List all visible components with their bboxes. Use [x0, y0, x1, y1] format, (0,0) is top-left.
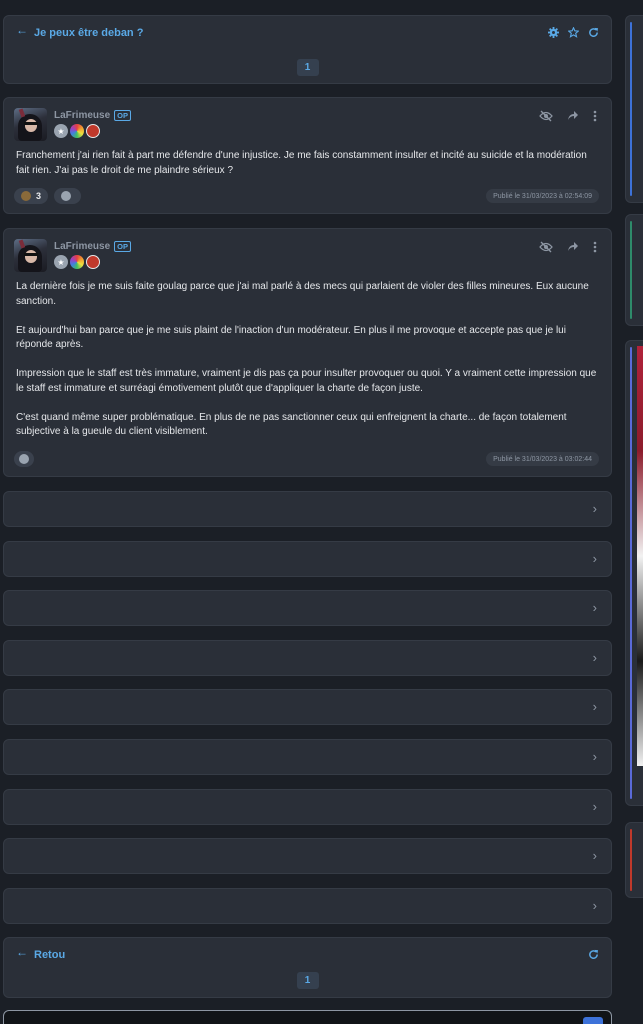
share-icon[interactable] [567, 110, 579, 125]
rainbow-badge-icon [70, 124, 84, 138]
collapsed-post[interactable]: › [3, 838, 612, 874]
post-content: Franchement j'ai rien fait à part me déf… [16, 149, 597, 178]
chevron-right-icon: › [592, 551, 597, 566]
sidebar-card [625, 214, 643, 326]
reaction-count: 3 [36, 191, 42, 201]
chevron-right-icon: › [592, 799, 597, 814]
avatar[interactable] [14, 108, 47, 141]
collapsed-post[interactable]: › [3, 491, 612, 527]
post-paragraph: Impression que le staff est très immatur… [16, 368, 597, 394]
user-badges: ★ [54, 255, 100, 269]
avatar[interactable] [14, 239, 47, 272]
topic-actions [548, 26, 599, 41]
collapsed-post[interactable]: › [3, 590, 612, 626]
collapsed-post[interactable]: › [3, 739, 612, 775]
rainbow-badge-icon [70, 255, 84, 269]
collapsed-post[interactable]: › [3, 888, 612, 924]
post: LaFrimeuse OP ★ La dernière fois je me s… [3, 228, 612, 477]
collapsed-post[interactable]: › [3, 640, 612, 676]
red-badge-icon [86, 255, 100, 269]
post-content: La dernière fois je me suis faite goulag… [16, 280, 597, 440]
smiley-icon [61, 191, 72, 201]
post-author: LaFrimeuse OP [54, 241, 131, 252]
chevron-right-icon: › [592, 650, 597, 665]
more-vertical-icon[interactable] [593, 241, 597, 256]
reaction-poop[interactable]: 3 [14, 188, 49, 204]
star-badge-icon: ★ [54, 124, 68, 138]
share-icon[interactable] [567, 241, 579, 256]
add-reaction-button[interactable] [14, 451, 34, 467]
post-paragraph: Franchement j'ai rien fait à part me déf… [16, 150, 587, 176]
page-number[interactable]: 1 [296, 972, 319, 989]
post-actions [539, 241, 597, 256]
chevron-right-icon: › [592, 600, 597, 615]
post-timestamp[interactable]: Publié le 31/03/2023 à 02:54:09 [486, 189, 599, 203]
post: LaFrimeuse OP ★ Franchement j'ai rien fa… [3, 97, 612, 214]
chevron-right-icon: › [592, 848, 597, 863]
back-link[interactable]: ← Retou [16, 945, 66, 961]
post-paragraph: Et aujourd'hui ban parce que je me suis … [16, 324, 566, 351]
chevron-right-icon: › [592, 898, 597, 913]
star-badge-icon: ★ [54, 255, 68, 269]
eye-slash-icon[interactable] [539, 241, 553, 256]
refresh-icon[interactable] [588, 27, 599, 41]
reactions [14, 451, 34, 467]
back-label: Retou [34, 949, 66, 961]
footer-actions [588, 949, 599, 963]
add-reaction-button[interactable] [54, 188, 82, 204]
post-paragraph: C'est quand même super problématique. En… [16, 411, 567, 438]
op-badge: OP [114, 110, 131, 121]
sidebar-image[interactable] [637, 346, 643, 766]
author-name[interactable]: LaFrimeuse [54, 241, 110, 252]
post-timestamp[interactable]: Publié le 31/03/2023 à 03:02:44 [486, 452, 599, 466]
refresh-icon[interactable] [588, 949, 599, 963]
editor-toolbar-button[interactable] [583, 1017, 603, 1024]
star-icon[interactable] [567, 26, 580, 41]
reply-editor[interactable] [3, 1010, 612, 1024]
topic-title: Je peux être deban ? [34, 27, 144, 39]
eye-slash-icon[interactable] [539, 110, 553, 125]
chevron-right-icon: › [592, 749, 597, 764]
poop-emoji-icon [21, 191, 31, 201]
user-badges: ★ [54, 124, 100, 138]
sidebar-card [625, 822, 643, 898]
smiley-icon [19, 454, 29, 464]
collapsed-post[interactable]: › [3, 689, 612, 725]
op-badge: OP [114, 241, 131, 252]
post-paragraph: La dernière fois je me suis faite goulag… [16, 281, 589, 307]
page-number[interactable]: 1 [296, 59, 319, 76]
collapsed-post[interactable]: › [3, 789, 612, 825]
arrow-left-icon: ← [16, 945, 28, 959]
post-author: LaFrimeuse OP [54, 110, 131, 121]
post-actions [539, 110, 597, 125]
collapsed-post[interactable]: › [3, 541, 612, 577]
topic-header: ← Je peux être deban ? 1 [3, 15, 612, 84]
reactions: 3 [14, 188, 82, 204]
chevron-right-icon: › [592, 699, 597, 714]
author-name[interactable]: LaFrimeuse [54, 110, 110, 121]
sidebar-card [625, 15, 643, 203]
gear-icon[interactable] [548, 27, 559, 41]
more-vertical-icon[interactable] [593, 110, 597, 125]
arrow-left-icon: ← [16, 23, 28, 37]
chevron-right-icon: › [592, 501, 597, 516]
back-link[interactable]: ← Je peux être deban ? [16, 23, 144, 39]
red-badge-icon [86, 124, 100, 138]
topic-footer: ← Retou 1 [3, 937, 612, 998]
